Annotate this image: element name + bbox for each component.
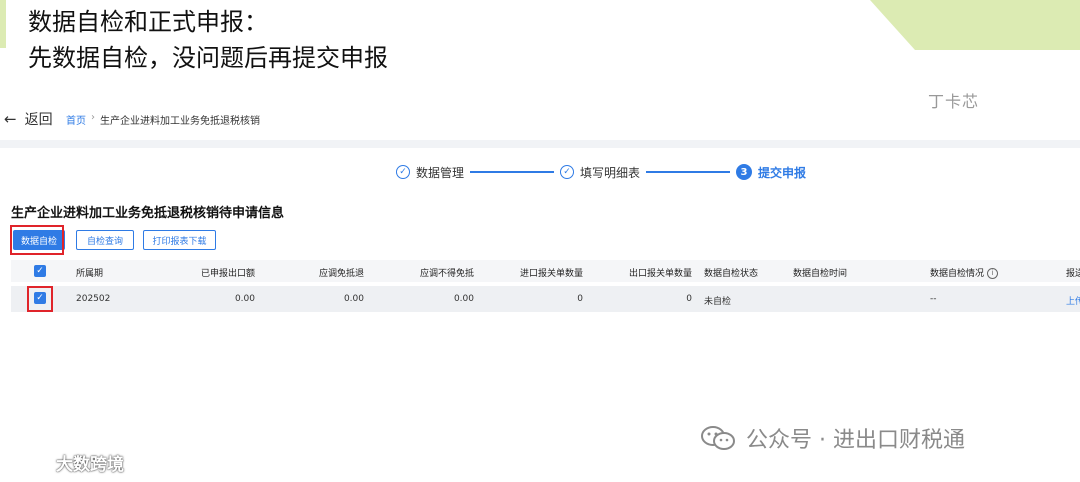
row-adjust-not-exempt: 0.00	[453, 294, 474, 304]
step-number-icon: 3	[736, 164, 753, 180]
row-check-result: --	[930, 294, 937, 304]
highlight-row-checkbox	[27, 286, 53, 312]
col-adjust-exempt: 应调免抵退	[318, 269, 364, 279]
step-connector	[470, 171, 555, 173]
step-fill-details[interactable]: ✓ 填写明细表	[560, 164, 640, 181]
check-circle-icon: ✓	[560, 165, 575, 179]
row-import-count: 0	[577, 294, 583, 304]
row-adjust-exempt: 0.00	[343, 294, 364, 304]
back-arrow-icon: ←	[4, 110, 17, 128]
step-submit[interactable]: 3 提交申报	[736, 164, 806, 181]
progress-steps: ✓ 数据管理 ✓ 填写明细表 3 提交申报	[396, 162, 806, 182]
breadcrumb: 首页 › 生产企业进料加工业务免抵退税核销	[66, 112, 260, 127]
col-import-count: 进口报关单数量	[519, 269, 583, 279]
row-export-count: 0	[686, 294, 692, 304]
col-period: 所属期	[76, 269, 104, 279]
corner-mark: 丁卡芯	[928, 92, 980, 111]
print-download-button[interactable]: 打印报表下载	[143, 230, 216, 250]
row-declared-export: 0.00	[234, 294, 255, 304]
check-query-button[interactable]: 自检查询	[76, 230, 134, 250]
slide-title-line2: 先数据自检，没问题后再提交申报	[28, 44, 388, 72]
checkmark-icon: ✓	[36, 266, 44, 276]
row-upload-link[interactable]: 上传	[1066, 294, 1080, 307]
header-decoration-left	[0, 0, 6, 48]
breadcrumb-separator: ›	[91, 112, 95, 123]
section-title: 生产企业进料加工业务免抵退税核销待申请信息	[11, 206, 285, 221]
row-period: 202502	[76, 294, 111, 304]
step-label: 数据管理	[416, 165, 465, 180]
col-check-status: 数据自检状态	[704, 269, 759, 279]
watermark-left-text: 大数跨境	[56, 455, 124, 475]
breadcrumb-current: 生产企业进料加工业务免抵退税核销	[100, 116, 260, 127]
col-export-count: 出口报关单数量	[628, 269, 692, 279]
header-decoration-right	[870, 0, 1080, 50]
col-check-time: 数据自检时间	[793, 269, 848, 279]
watermark-right: 公众号 · 进出口财税通	[700, 422, 965, 454]
highlight-self-check	[10, 225, 64, 255]
info-icon[interactable]: i	[987, 268, 999, 279]
step-label: 提交申报	[758, 165, 807, 180]
brand-logo-icon	[10, 451, 49, 470]
col-submit: 报送	[1066, 269, 1080, 279]
watermark-right-text: 公众号 · 进出口财税通	[746, 428, 965, 453]
back-label: 返回	[24, 112, 53, 128]
step-data-management[interactable]: ✓ 数据管理	[396, 164, 464, 181]
watermark-left: 大数跨境	[8, 450, 124, 475]
slide-title-line1: 数据自检和正式申报：	[28, 8, 268, 36]
step-connector	[646, 171, 731, 173]
col-declared-export: 已申报出口额	[200, 269, 255, 279]
step-label: 填写明细表	[580, 165, 641, 180]
select-all-checkbox[interactable]: ✓	[34, 265, 46, 277]
wechat-icon	[701, 426, 735, 450]
page-divider	[0, 140, 1080, 148]
col-adjust-not-exempt: 应调不得免抵	[419, 269, 474, 279]
table-row	[11, 286, 1080, 312]
back-button[interactable]: ← 返回	[4, 109, 53, 129]
breadcrumb-home[interactable]: 首页	[66, 112, 86, 127]
row-check-status: 未自检	[704, 297, 732, 307]
col-check-result: 数据自检情况 i	[930, 266, 999, 279]
check-circle-icon: ✓	[396, 165, 410, 179]
